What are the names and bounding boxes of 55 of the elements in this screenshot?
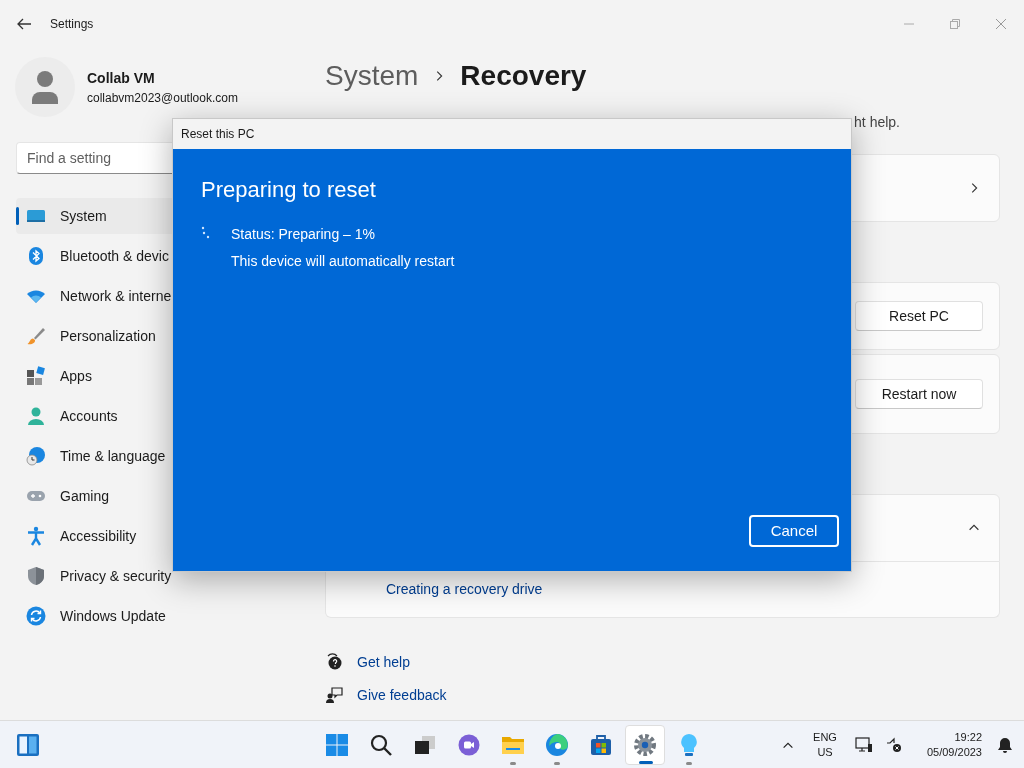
feedback-icon <box>325 686 343 704</box>
selection-indicator <box>16 207 19 225</box>
browser-icon <box>545 733 569 757</box>
shopping-bag-icon <box>589 733 613 757</box>
card-button[interactable]: Restart now <box>855 379 983 409</box>
taskbar-app[interactable] <box>625 725 665 765</box>
sidebar-item[interactable]: Personalization <box>16 318 306 354</box>
cancel-button[interactable]: Cancel <box>749 515 839 547</box>
dialog-title: Reset this PC <box>181 126 255 143</box>
chat-icon <box>457 733 481 757</box>
sidebar-item[interactable]: Accounts <box>16 398 306 434</box>
help-link[interactable]: Get help <box>357 651 410 673</box>
bluetooth-icon <box>26 246 46 266</box>
recovery-drive-link[interactable]: Creating a recovery drive <box>386 579 543 600</box>
sync-icon <box>26 606 46 626</box>
restart-note: This device will automatically restart <box>231 252 455 271</box>
task-view-icon <box>413 733 437 757</box>
running-indicator <box>686 762 692 765</box>
settings-icon <box>633 733 657 757</box>
sidebar-item[interactable]: Privacy & security <box>16 558 306 594</box>
widgets-icon <box>16 732 40 757</box>
apps-icon <box>26 366 46 386</box>
clock[interactable]: 19:22 05/09/2023 <box>926 729 982 760</box>
globe-clock-icon <box>26 446 46 466</box>
sidebar-item[interactable]: Accessibility <box>16 518 306 554</box>
person-silhouette-icon <box>30 70 60 104</box>
restore-icon <box>950 19 960 29</box>
running-indicator <box>510 762 516 765</box>
shield-icon <box>26 566 46 586</box>
window-title: Settings <box>50 16 94 33</box>
running-indicator <box>554 762 560 765</box>
user-email: collabvm2023@outlook.com <box>87 89 238 107</box>
sidebar-item[interactable]: Apps <box>16 358 306 394</box>
paintbrush-icon <box>26 326 46 346</box>
windows-logo-icon <box>325 733 349 757</box>
active-indicator <box>639 761 653 764</box>
breadcrumb-parent[interactable]: System <box>325 55 419 97</box>
sidebar-item[interactable]: Gaming <box>16 478 306 514</box>
language-indicator[interactable]: ENG US <box>813 729 837 760</box>
person-icon <box>26 406 46 426</box>
sidebar-item[interactable]: Network & interne <box>16 278 306 314</box>
sidebar-item[interactable]: Windows Update <box>16 598 306 634</box>
back-arrow-icon <box>16 16 32 32</box>
sidebar-item[interactable]: Time & language <box>16 438 306 474</box>
card-button[interactable]: Reset PC <box>855 301 983 331</box>
help-icon <box>325 653 343 671</box>
search-icon <box>369 733 393 757</box>
notification-bell-icon[interactable] <box>996 735 1014 754</box>
page-title: Recovery <box>460 59 587 93</box>
user-name: Collab VM <box>87 68 156 88</box>
monitor-icon[interactable] <box>854 735 873 754</box>
accessibility-icon <box>26 526 46 546</box>
help-link[interactable]: Give feedback <box>357 684 447 706</box>
close-icon <box>996 19 1006 29</box>
description-text: ht help. <box>854 113 900 130</box>
